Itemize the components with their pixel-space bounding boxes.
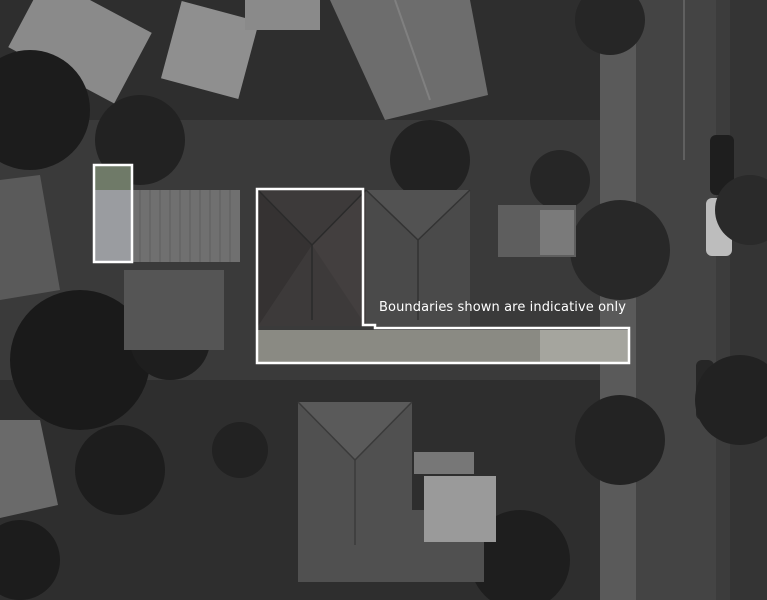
driveway-apron (540, 330, 628, 362)
tree (575, 395, 665, 485)
tree (390, 120, 470, 200)
garden-bed (94, 165, 132, 190)
tree (212, 422, 268, 478)
shed-roof (245, 0, 320, 30)
street-asphalt (636, 0, 716, 600)
verge (730, 0, 767, 600)
outbuilding-roof (540, 210, 574, 255)
boundary-disclaimer: Boundaries shown are indicative only (379, 300, 627, 315)
carport-roof (424, 476, 496, 542)
carport-roof (94, 190, 132, 262)
driveway (124, 270, 224, 350)
deck (414, 452, 474, 474)
tree (75, 425, 165, 515)
aerial-map: Boundaries shown are indicative only (0, 0, 767, 600)
neighbour-roof (132, 190, 240, 262)
tree (530, 150, 590, 210)
tree (570, 200, 670, 300)
footpath (600, 40, 636, 600)
